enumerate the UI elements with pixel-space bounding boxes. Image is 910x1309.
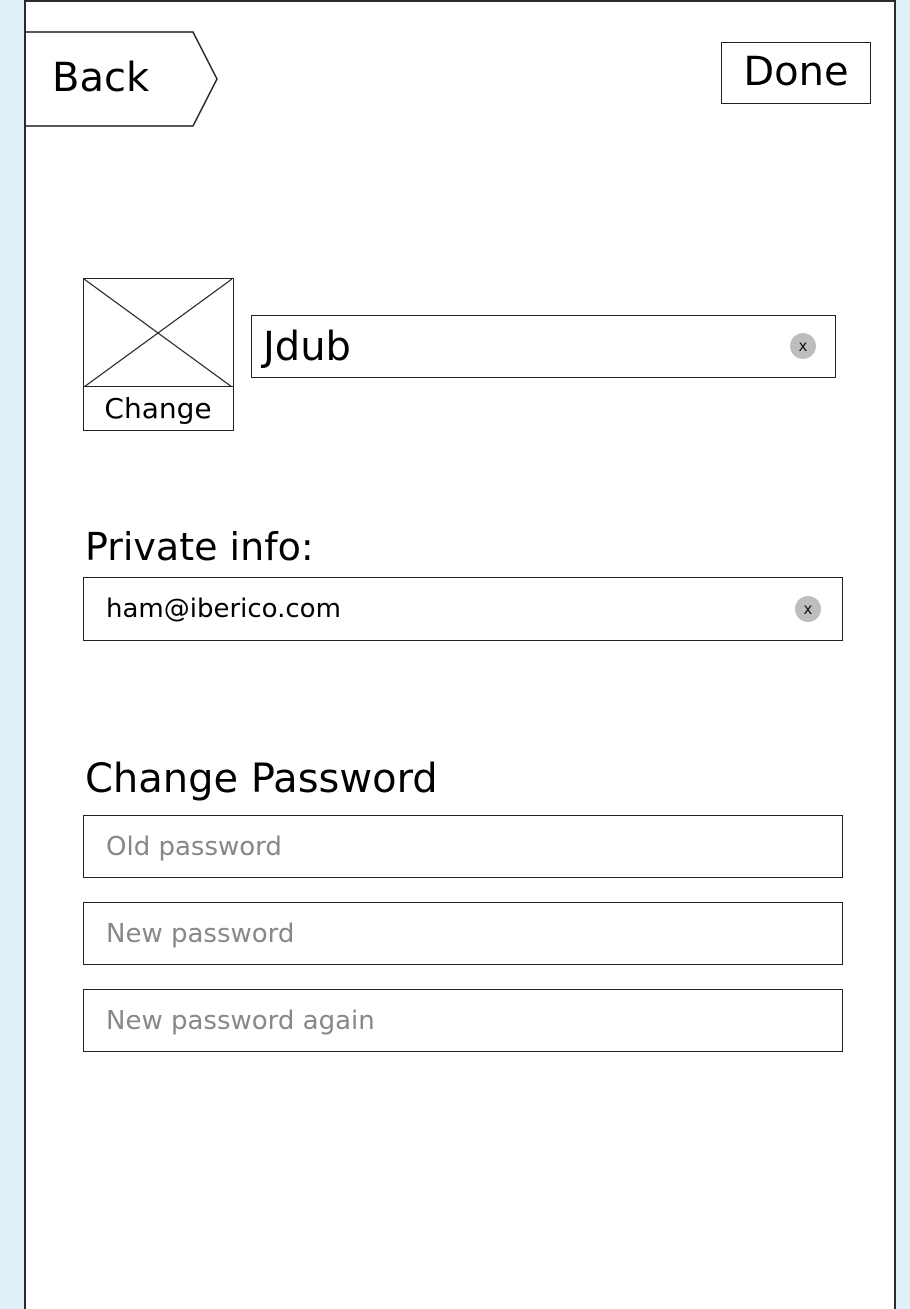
username-value: Jdub [263,324,351,370]
old-password-field[interactable]: Old password [83,815,843,878]
new-password-placeholder: New password [106,919,295,949]
confirm-password-placeholder: New password again [106,1006,375,1036]
clear-username-icon[interactable]: x [790,333,816,359]
avatar: Change [82,278,234,431]
change-photo-button[interactable]: Change [82,386,234,431]
confirm-password-field[interactable]: New password again [83,989,843,1052]
email-field[interactable]: ham@iberico.com x [83,577,843,641]
clear-email-icon[interactable]: x [795,596,821,622]
change-password-title: Change Password [85,756,438,802]
username-field[interactable]: Jdub x [251,315,836,378]
email-value: ham@iberico.com [106,594,341,624]
back-button[interactable]: Back [26,31,218,127]
image-placeholder-icon [84,279,232,387]
back-button-label: Back [52,55,150,101]
done-button[interactable]: Done [721,42,871,104]
private-info-title: Private info: [85,525,314,569]
old-password-placeholder: Old password [106,832,282,862]
phone-screen: Back Done Change Jdub x Private info: ha… [24,0,896,1309]
new-password-field[interactable]: New password [83,902,843,965]
